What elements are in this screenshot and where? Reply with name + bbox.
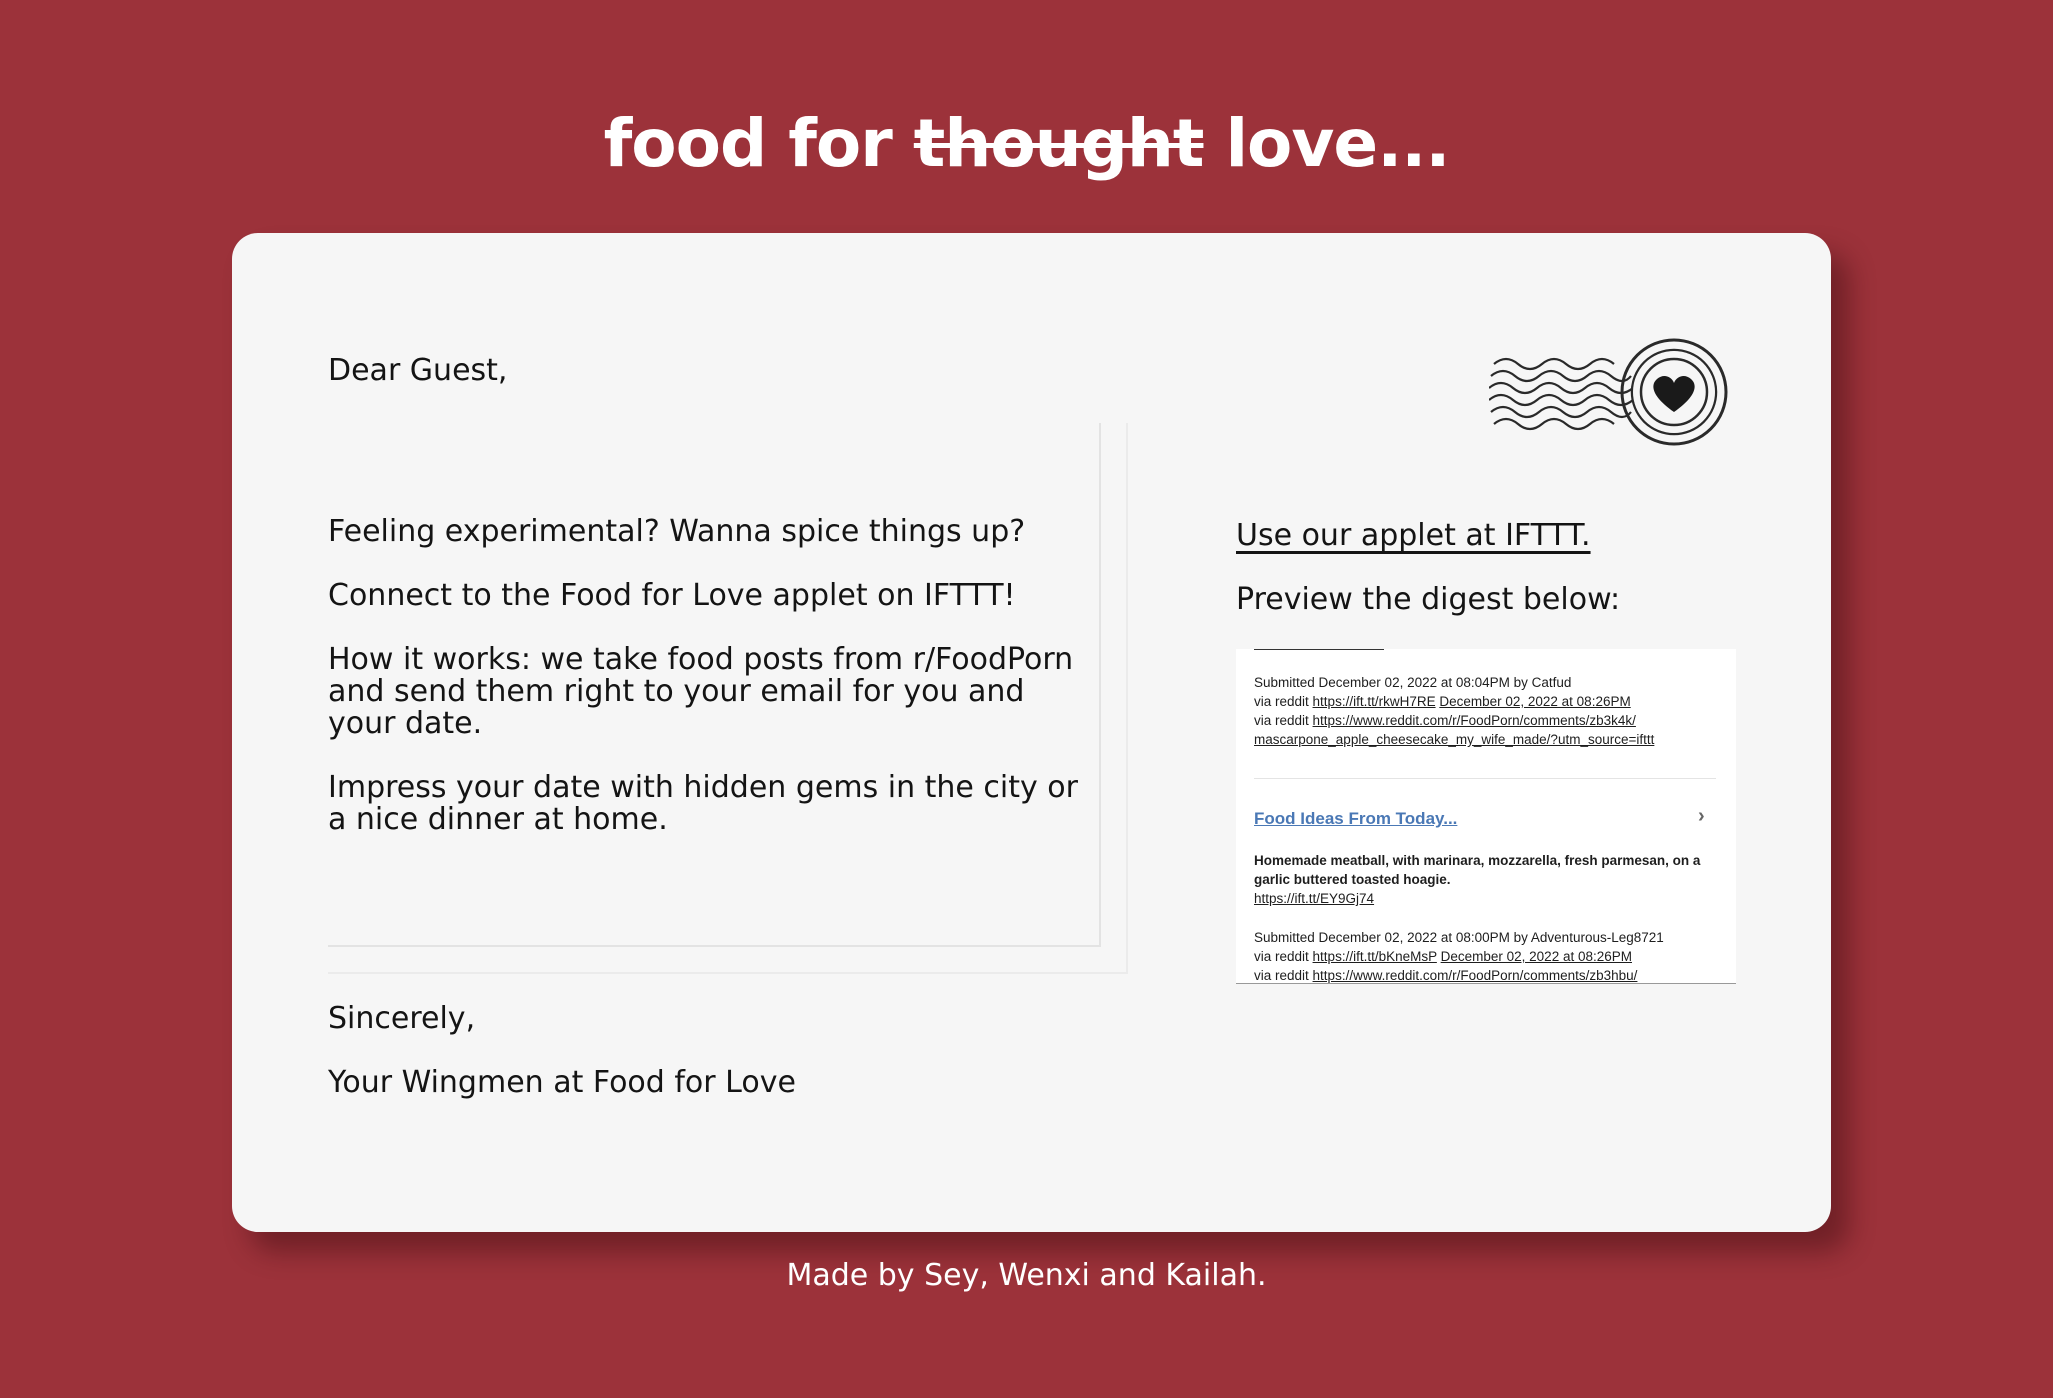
page-title: food for thought love... — [0, 105, 2053, 182]
digest-short-link[interactable]: https://ift.tt/EY9Gj74 — [1254, 889, 1374, 908]
digest-post-title: Homemade meatball, with marinara, mozzar… — [1254, 853, 1701, 868]
letter-paragraph: Feeling experimental? Wanna spice things… — [328, 514, 1026, 549]
letter-paragraph: How it works: we take food posts from r/… — [328, 642, 1074, 741]
digest-via-line: via reddit https://www.reddit.com/r/Food… — [1254, 968, 1638, 983]
digest-section-heading[interactable]: Food Ideas From Today... — [1254, 809, 1457, 828]
title-struck-word: thought — [913, 105, 1205, 182]
divider — [1254, 649, 1384, 650]
title-suffix: love... — [1225, 105, 1450, 182]
divider — [1254, 778, 1716, 779]
heart-postmark-icon — [1489, 338, 1728, 446]
digest-via-line: via reddit https://ift.tt/bKneMsP Decemb… — [1254, 949, 1632, 964]
digest-submitted-line: Submitted December 02, 2022 at 08:04PM b… — [1254, 675, 1572, 690]
letter-closing: Sincerely, — [328, 1001, 476, 1036]
chevron-right-icon[interactable]: › — [1698, 805, 1705, 828]
footer-credits: Made by Sey, Wenxi and Kailah. — [786, 1258, 1267, 1293]
digest-post-title: garlic buttered toasted hoagie. — [1254, 872, 1451, 887]
letter-body: Feeling experimental? Wanna spice things… — [328, 423, 1101, 947]
postcard: Dear Guest, Feeling experimental? Wanna … — [232, 233, 1831, 1232]
digest-via-line: via reddit https://www.reddit.com/r/Food… — [1254, 713, 1636, 728]
digest-date-link[interactable]: December 02, 2022 at 08:26PM — [1441, 949, 1632, 964]
letter-paragraph: Impress your date with hidden gems in th… — [328, 770, 1078, 837]
letter-signature: Your Wingmen at Food for Love — [328, 1065, 796, 1100]
letter-greeting: Dear Guest, — [328, 353, 508, 388]
letter-paragraph: Connect to the Food for Love applet on I… — [328, 578, 1016, 613]
digest-submitted-line: Submitted December 02, 2022 at 08:00PM b… — [1254, 930, 1664, 945]
digest-link[interactable]: https://www.reddit.com/r/FoodPorn/commen… — [1313, 713, 1636, 728]
digest-link[interactable]: https://ift.tt/bKneMsP — [1313, 949, 1437, 964]
ifttt-applet-link[interactable]: Use our applet at IFTTT. — [1236, 520, 1591, 552]
digest-preview-label: Preview the digest below: — [1236, 582, 1621, 617]
digest-link[interactable]: https://ift.tt/rkwH7RE — [1313, 694, 1436, 709]
digest-preview[interactable]: Submitted December 02, 2022 at 08:04PM b… — [1236, 649, 1736, 984]
digest-date-link[interactable]: December 02, 2022 at 08:26PM — [1439, 694, 1630, 709]
digest-via-line: via reddit https://ift.tt/rkwH7RE Decemb… — [1254, 694, 1631, 709]
digest-link-continued[interactable]: mascarpone_apple_cheesecake_my_wife_made… — [1254, 730, 1654, 749]
title-prefix: food for — [603, 105, 893, 182]
digest-link[interactable]: https://www.reddit.com/r/FoodPorn/commen… — [1313, 968, 1638, 983]
